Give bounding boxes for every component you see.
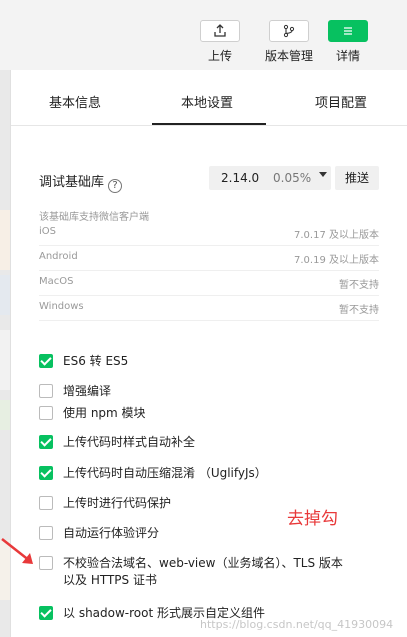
active-tab-indicator	[152, 123, 266, 125]
checkbox[interactable]	[39, 466, 53, 480]
option-auto-audit[interactable]: 自动运行体验评分	[39, 525, 159, 542]
tab-project-config[interactable]: 项目配置	[315, 92, 367, 111]
support-requirement: 暂不支持	[339, 305, 379, 316]
detail-label: 详情	[335, 49, 360, 63]
annotation-text: 去掉勾	[287, 509, 338, 529]
caret-down-icon	[319, 172, 327, 177]
option-code-protect[interactable]: 上传时进行代码保护	[39, 495, 171, 512]
annotation-arrow-icon	[1, 538, 33, 564]
checkbox[interactable]	[39, 496, 53, 510]
support-requirement: 7.0.17 及以上版本	[294, 230, 379, 241]
support-os: iOS	[39, 226, 56, 237]
support-os: Android	[39, 251, 78, 262]
checkbox[interactable]	[39, 556, 53, 570]
help-icon[interactable]: ?	[108, 179, 123, 193]
details-panel: 基本信息 本地设置 项目配置 调试基础库? 2.14.0 0.05% 推送 该基…	[10, 70, 407, 637]
option-label: 自动运行体验评分	[63, 526, 160, 540]
version-manage-button[interactable]: 版本管理	[264, 20, 314, 64]
lib-version-value: 2.14.0	[221, 171, 260, 185]
detail-button[interactable]: 详情	[328, 20, 368, 64]
checkbox[interactable]	[39, 406, 53, 420]
debug-lib-label: 调试基础库?	[39, 171, 123, 193]
checkbox[interactable]	[39, 384, 53, 398]
option-es6-to-es5[interactable]: ES6 转 ES5	[39, 353, 128, 370]
checkbox[interactable]	[39, 354, 53, 368]
watermark: https://blog.csdn.net/qq_41930094	[200, 618, 394, 631]
option-style-autocomplete[interactable]: 上传代码时样式自动补全	[39, 434, 195, 451]
option-skip-domain-check[interactable]: 不校验合法域名、web-view（业务域名）、TLS 版本以及 HTTPS 证书	[39, 555, 353, 589]
option-label: 增强编译	[63, 384, 112, 398]
upload-label: 上传	[207, 49, 232, 63]
support-row: iOS 7.0.17 及以上版本	[39, 222, 379, 246]
option-minify-uglify[interactable]: 上传代码时自动压缩混淆 （UglifyJs）	[39, 465, 267, 482]
option-label: 上传代码时自动压缩混淆 （UglifyJs）	[63, 466, 267, 480]
option-label: 不校验合法域名、web-view（业务域名）、TLS 版本以及 HTTPS 证书	[63, 556, 343, 587]
support-row: Android 7.0.19 及以上版本	[39, 247, 379, 271]
option-label: ES6 转 ES5	[63, 354, 129, 368]
support-row: Windows 暂不支持	[39, 297, 379, 321]
support-title: 该基础库支持微信客户端	[39, 212, 149, 223]
support-os: MacOS	[39, 276, 74, 287]
support-row: MacOS 暂不支持	[39, 272, 379, 296]
menu-icon	[328, 20, 368, 42]
option-label: 使用 npm 模块	[63, 406, 146, 420]
branch-icon	[269, 20, 309, 42]
option-label: 上传时进行代码保护	[63, 496, 172, 510]
support-os: Windows	[39, 301, 84, 312]
checkbox[interactable]	[39, 526, 53, 540]
support-requirement: 7.0.19 及以上版本	[294, 255, 379, 266]
panel-tabs: 基本信息 本地设置 项目配置	[11, 70, 407, 126]
checkbox[interactable]	[39, 435, 53, 449]
tab-local-settings[interactable]: 本地设置	[181, 92, 233, 111]
option-label: 上传代码时样式自动补全	[63, 435, 196, 449]
lib-version-select[interactable]: 2.14.0 0.05%	[209, 166, 331, 190]
checkbox[interactable]	[39, 606, 53, 620]
lib-usage-percent: 0.05%	[273, 171, 312, 185]
support-requirement: 暂不支持	[339, 280, 379, 291]
option-enhanced-compile[interactable]: 增强编译	[39, 383, 111, 400]
option-use-npm[interactable]: 使用 npm 模块	[39, 405, 146, 422]
upload-button[interactable]: 上传	[200, 20, 240, 64]
version-manage-label: 版本管理	[264, 49, 313, 63]
top-toolbar: 上传 版本管理 详情	[0, 0, 407, 70]
debug-lib-text: 调试基础库	[39, 175, 105, 190]
push-button[interactable]: 推送	[335, 166, 379, 190]
upload-icon	[200, 20, 240, 42]
tab-basic-info[interactable]: 基本信息	[49, 92, 101, 111]
